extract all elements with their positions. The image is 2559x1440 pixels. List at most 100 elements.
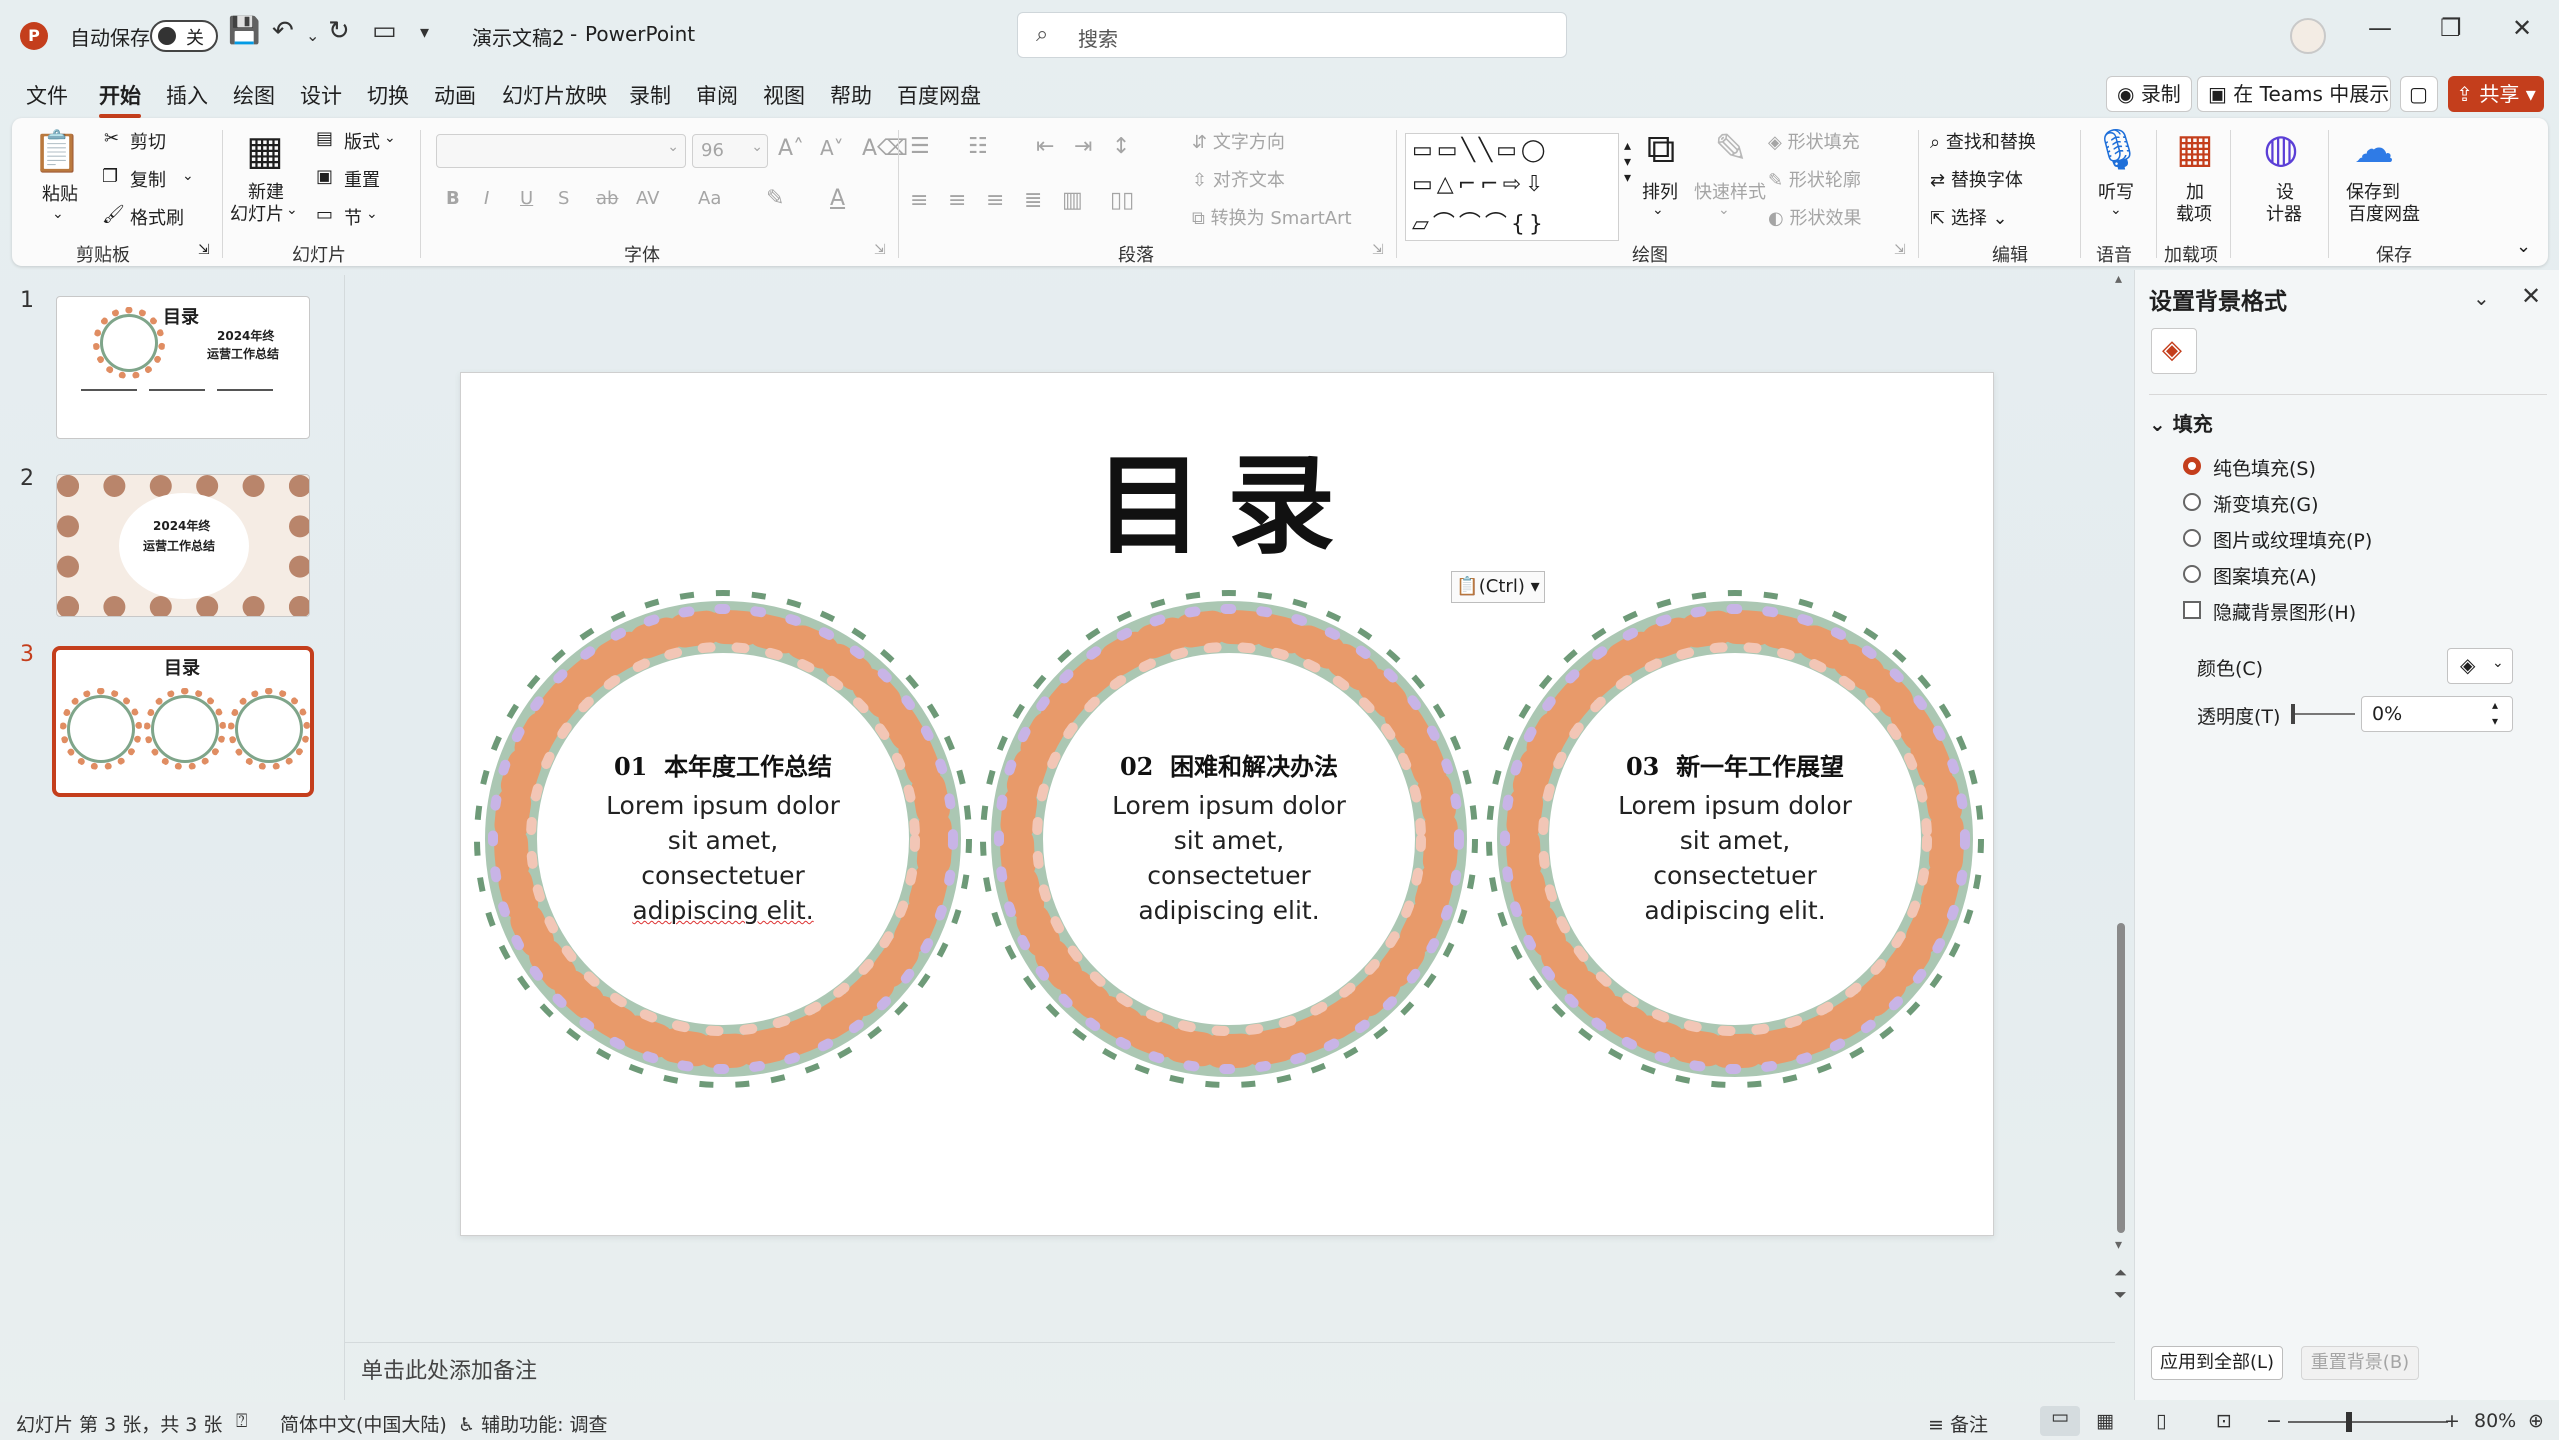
reset-icon[interactable]: ▣ — [316, 166, 333, 187]
zoom-slider-knob[interactable] — [2346, 1412, 2352, 1432]
replace-font-button[interactable]: ⇄ 替换字体 — [1930, 166, 2023, 192]
section-button[interactable]: 节 — [344, 204, 362, 230]
shapes-scroll-icon[interactable]: ▴ ▾ ▾ — [1624, 138, 1631, 186]
slide-vertical-scrollbar[interactable]: ▴ ▾ ⏶ ⏷ — [2114, 271, 2128, 1305]
paste-dropdown-icon[interactable]: ⌄ — [52, 206, 64, 222]
decrease-font-icon[interactable]: A˅ — [820, 136, 844, 160]
layout-dropdown-icon[interactable]: ⌄ — [384, 130, 396, 146]
cut-button[interactable]: 剪切 — [130, 128, 166, 154]
item-heading[interactable]: 02 困难和解决办法 — [1069, 747, 1389, 782]
picture-fill-radio[interactable] — [2183, 529, 2201, 547]
align-center-icon[interactable]: ≡ — [948, 188, 966, 213]
designer-label-2[interactable]: 计器 — [2266, 200, 2302, 226]
solid-fill-label[interactable]: 纯色填充(S) — [2213, 454, 2316, 481]
wreath-card-2[interactable]: 02 困难和解决办法 Lorem ipsum dolor sit amet, c… — [971, 581, 1487, 1097]
customize-quick-access-icon[interactable]: ▾ — [420, 22, 429, 43]
scroll-up-icon[interactable]: ▴ — [2115, 271, 2122, 287]
tab-baidu[interactable]: 百度网盘 — [897, 80, 981, 110]
font-launcher-icon[interactable]: ⇲ — [874, 242, 886, 258]
fit-to-window-icon[interactable]: ⊕ — [2528, 1410, 2544, 1432]
copy-dropdown-icon[interactable]: ⌄ — [182, 168, 194, 184]
layout-button[interactable]: 版式 — [344, 128, 380, 154]
dictate-button[interactable]: 听写 — [2098, 178, 2134, 204]
fill-tab[interactable]: ◈ — [2151, 328, 2197, 374]
drawing-launcher-icon[interactable]: ⇲ — [1894, 242, 1906, 258]
shape-outline-button[interactable]: ✎ 形状轮廓 — [1768, 166, 1861, 192]
font-color-icon[interactable]: A — [830, 186, 845, 211]
search-box[interactable]: ⌕ 搜索 — [1017, 12, 1567, 58]
scrollbar-thumb[interactable] — [2117, 923, 2125, 1233]
normal-view-icon[interactable]: ▭ — [2040, 1406, 2080, 1436]
gradient-fill-label[interactable]: 渐变填充(G) — [2213, 490, 2319, 517]
bold-icon[interactable]: B — [446, 188, 460, 209]
align-text-button[interactable]: ⇳ 对齐文本 — [1192, 166, 1285, 192]
tab-slideshow[interactable]: 幻灯片放映 — [502, 80, 607, 110]
new-slide-dropdown-icon[interactable]: ⌄ — [286, 202, 298, 218]
align-right-icon[interactable]: ≡ — [986, 188, 1004, 213]
save-to-label-2[interactable]: 百度网盘 — [2348, 200, 2420, 226]
ribbon-collapse-icon[interactable]: ⌄ — [2516, 236, 2531, 257]
increase-indent-icon[interactable]: ⇥ — [1074, 134, 1092, 159]
item-body[interactable]: Lorem ipsum dolor sit amet, consectetuer… — [1575, 788, 1895, 928]
microphone-icon[interactable]: 🎙 — [2092, 126, 2143, 173]
line-spacing-icon[interactable]: ↕ — [1112, 134, 1130, 159]
tab-review[interactable]: 审阅 — [696, 80, 738, 110]
pattern-fill-radio[interactable] — [2183, 565, 2201, 583]
clipboard-launcher-icon[interactable]: ⇲ — [198, 242, 210, 258]
new-slide-icon[interactable]: ▦ — [240, 128, 290, 174]
item-heading[interactable]: 03 新一年工作展望 — [1575, 747, 1895, 782]
quick-styles-button[interactable]: 快速样式 — [1694, 178, 1766, 204]
color-picker-button[interactable]: ◈ ⌄ — [2447, 648, 2513, 684]
shadow-icon[interactable]: S — [558, 188, 569, 209]
share-button[interactable]: ⇪ 共享 ▾ — [2448, 76, 2544, 112]
slide-title[interactable]: 目录 — [461, 419, 1993, 575]
highlight-icon[interactable]: ✎ — [766, 186, 784, 211]
shapes-gallery[interactable]: ▭▭╲╲▭◯ ▭△⌐⌐⇨⇩ ▱⌒⌒⌒{} — [1405, 133, 1619, 241]
slide-sorter-icon[interactable]: ▦ — [2096, 1410, 2114, 1432]
arrange-icon[interactable]: ⧉ — [1636, 126, 1686, 172]
arrange-dropdown-icon[interactable]: ⌄ — [1652, 202, 1664, 218]
picture-fill-label[interactable]: 图片或纹理填充(P) — [2213, 526, 2372, 553]
transparency-slider[interactable] — [2293, 713, 2355, 715]
solid-fill-radio[interactable] — [2183, 457, 2201, 475]
addins-label-2[interactable]: 载项 — [2176, 200, 2212, 226]
increase-font-icon[interactable]: A˄ — [778, 136, 804, 161]
paragraph-launcher-icon[interactable]: ⇲ — [1372, 242, 1384, 258]
tab-draw[interactable]: 绘图 — [233, 80, 275, 110]
tab-animations[interactable]: 动画 — [434, 80, 476, 110]
quick-styles-dropdown-icon[interactable]: ⌄ — [1718, 202, 1730, 218]
smartart-button[interactable]: ⧉ 转换为 SmartArt — [1192, 204, 1352, 230]
font-size-box[interactable]: 96 ⌄ — [692, 134, 768, 168]
hide-background-label[interactable]: 隐藏背景图形(H) — [2213, 598, 2356, 625]
pattern-fill-label[interactable]: 图案填充(A) — [2213, 562, 2317, 589]
notes-toggle-button[interactable]: ≡ 备注 — [1928, 1410, 1988, 1437]
thumbnail-slide-1[interactable]: 目录 2024年终 运营工作总结 — [56, 296, 310, 439]
change-case-icon[interactable]: Aa — [698, 188, 721, 209]
decrease-indent-icon[interactable]: ⇤ — [1036, 134, 1054, 159]
notes-area[interactable]: 单击此处添加备注 — [345, 1342, 2115, 1398]
transparency-input[interactable]: 0% ▴ ▾ — [2361, 696, 2513, 732]
paste-icon[interactable]: 📋 — [32, 128, 82, 175]
numbering-icon[interactable]: ☷ — [968, 134, 988, 159]
next-slide-icon[interactable]: ⏷ — [2114, 1285, 2127, 1305]
format-painter-icon[interactable]: 🖌 — [102, 204, 125, 225]
spinner-icon[interactable]: ▴ ▾ — [2492, 697, 2498, 729]
tab-design[interactable]: 设计 — [300, 80, 342, 110]
gradient-fill-radio[interactable] — [2183, 493, 2201, 511]
redo-icon[interactable]: ↻ — [328, 16, 350, 46]
italic-icon[interactable]: I — [484, 188, 489, 209]
copy-icon[interactable]: ❐ — [102, 166, 118, 187]
slideshow-icon[interactable]: ⊡ — [2216, 1410, 2232, 1432]
record-button[interactable]: ◉ 录制 — [2106, 76, 2192, 112]
thumbnail-slide-3[interactable]: 目录 — [52, 646, 314, 797]
transparency-slider-knob[interactable] — [2291, 704, 2295, 724]
section-icon[interactable]: ▭ — [316, 204, 333, 225]
previous-slide-icon[interactable]: ⏶ — [2114, 1263, 2127, 1283]
autosave-toggle[interactable]: 关 — [150, 20, 218, 52]
quick-styles-icon[interactable]: ✎ — [1706, 126, 1756, 172]
wreath-card-3[interactable]: 03 新一年工作展望 Lorem ipsum dolor sit amet, c… — [1477, 581, 1993, 1097]
accessibility-button[interactable]: ♿ 辅助功能: 调查 — [458, 1410, 608, 1437]
font-name-box[interactable]: ⌄ — [436, 134, 686, 168]
tab-insert[interactable]: 插入 — [166, 80, 208, 110]
addins-icon[interactable]: ▦ — [2170, 126, 2220, 172]
